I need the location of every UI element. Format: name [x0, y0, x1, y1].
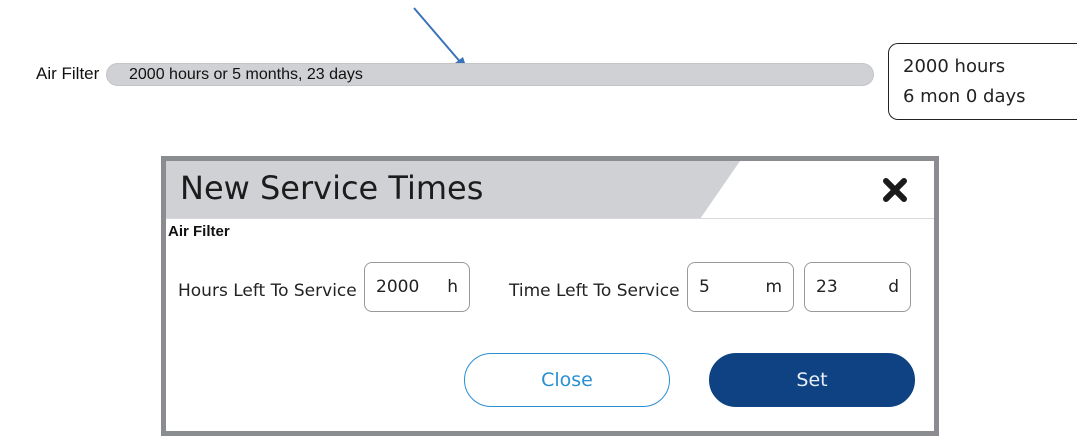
- days-unit: d: [888, 277, 899, 297]
- months-left-input[interactable]: 5 m: [687, 262, 794, 312]
- months-unit: m: [765, 277, 782, 297]
- summary-time: 6 mon 0 days: [903, 86, 1026, 107]
- service-summary-box: 2000 hours 6 mon 0 days: [888, 43, 1077, 120]
- months-value: 5: [699, 277, 710, 297]
- hours-left-label: Hours Left To Service: [178, 281, 357, 301]
- close-button[interactable]: Close: [464, 353, 670, 407]
- service-progress-bar[interactable]: 2000 hours or 5 months, 23 days: [106, 63, 874, 86]
- hours-unit: h: [447, 277, 458, 297]
- progress-text: 2000 hours or 5 months, 23 days: [129, 66, 363, 83]
- close-x-icon[interactable]: [880, 175, 910, 205]
- time-left-label: Time Left To Service: [509, 281, 680, 301]
- hours-value: 2000: [376, 277, 420, 297]
- days-value: 23: [816, 277, 838, 297]
- new-service-times-dialog: New Service Times Air Filter Hours Left …: [161, 156, 939, 436]
- section-label: Air Filter: [168, 223, 230, 240]
- dialog-header: New Service Times: [166, 161, 934, 219]
- days-left-input[interactable]: 23 d: [804, 262, 911, 312]
- dialog-title: New Service Times: [180, 169, 484, 207]
- set-button[interactable]: Set: [709, 353, 915, 407]
- summary-hours: 2000 hours: [903, 56, 1006, 77]
- air-filter-label: Air Filter: [36, 64, 100, 83]
- hours-left-input[interactable]: 2000 h: [364, 262, 470, 312]
